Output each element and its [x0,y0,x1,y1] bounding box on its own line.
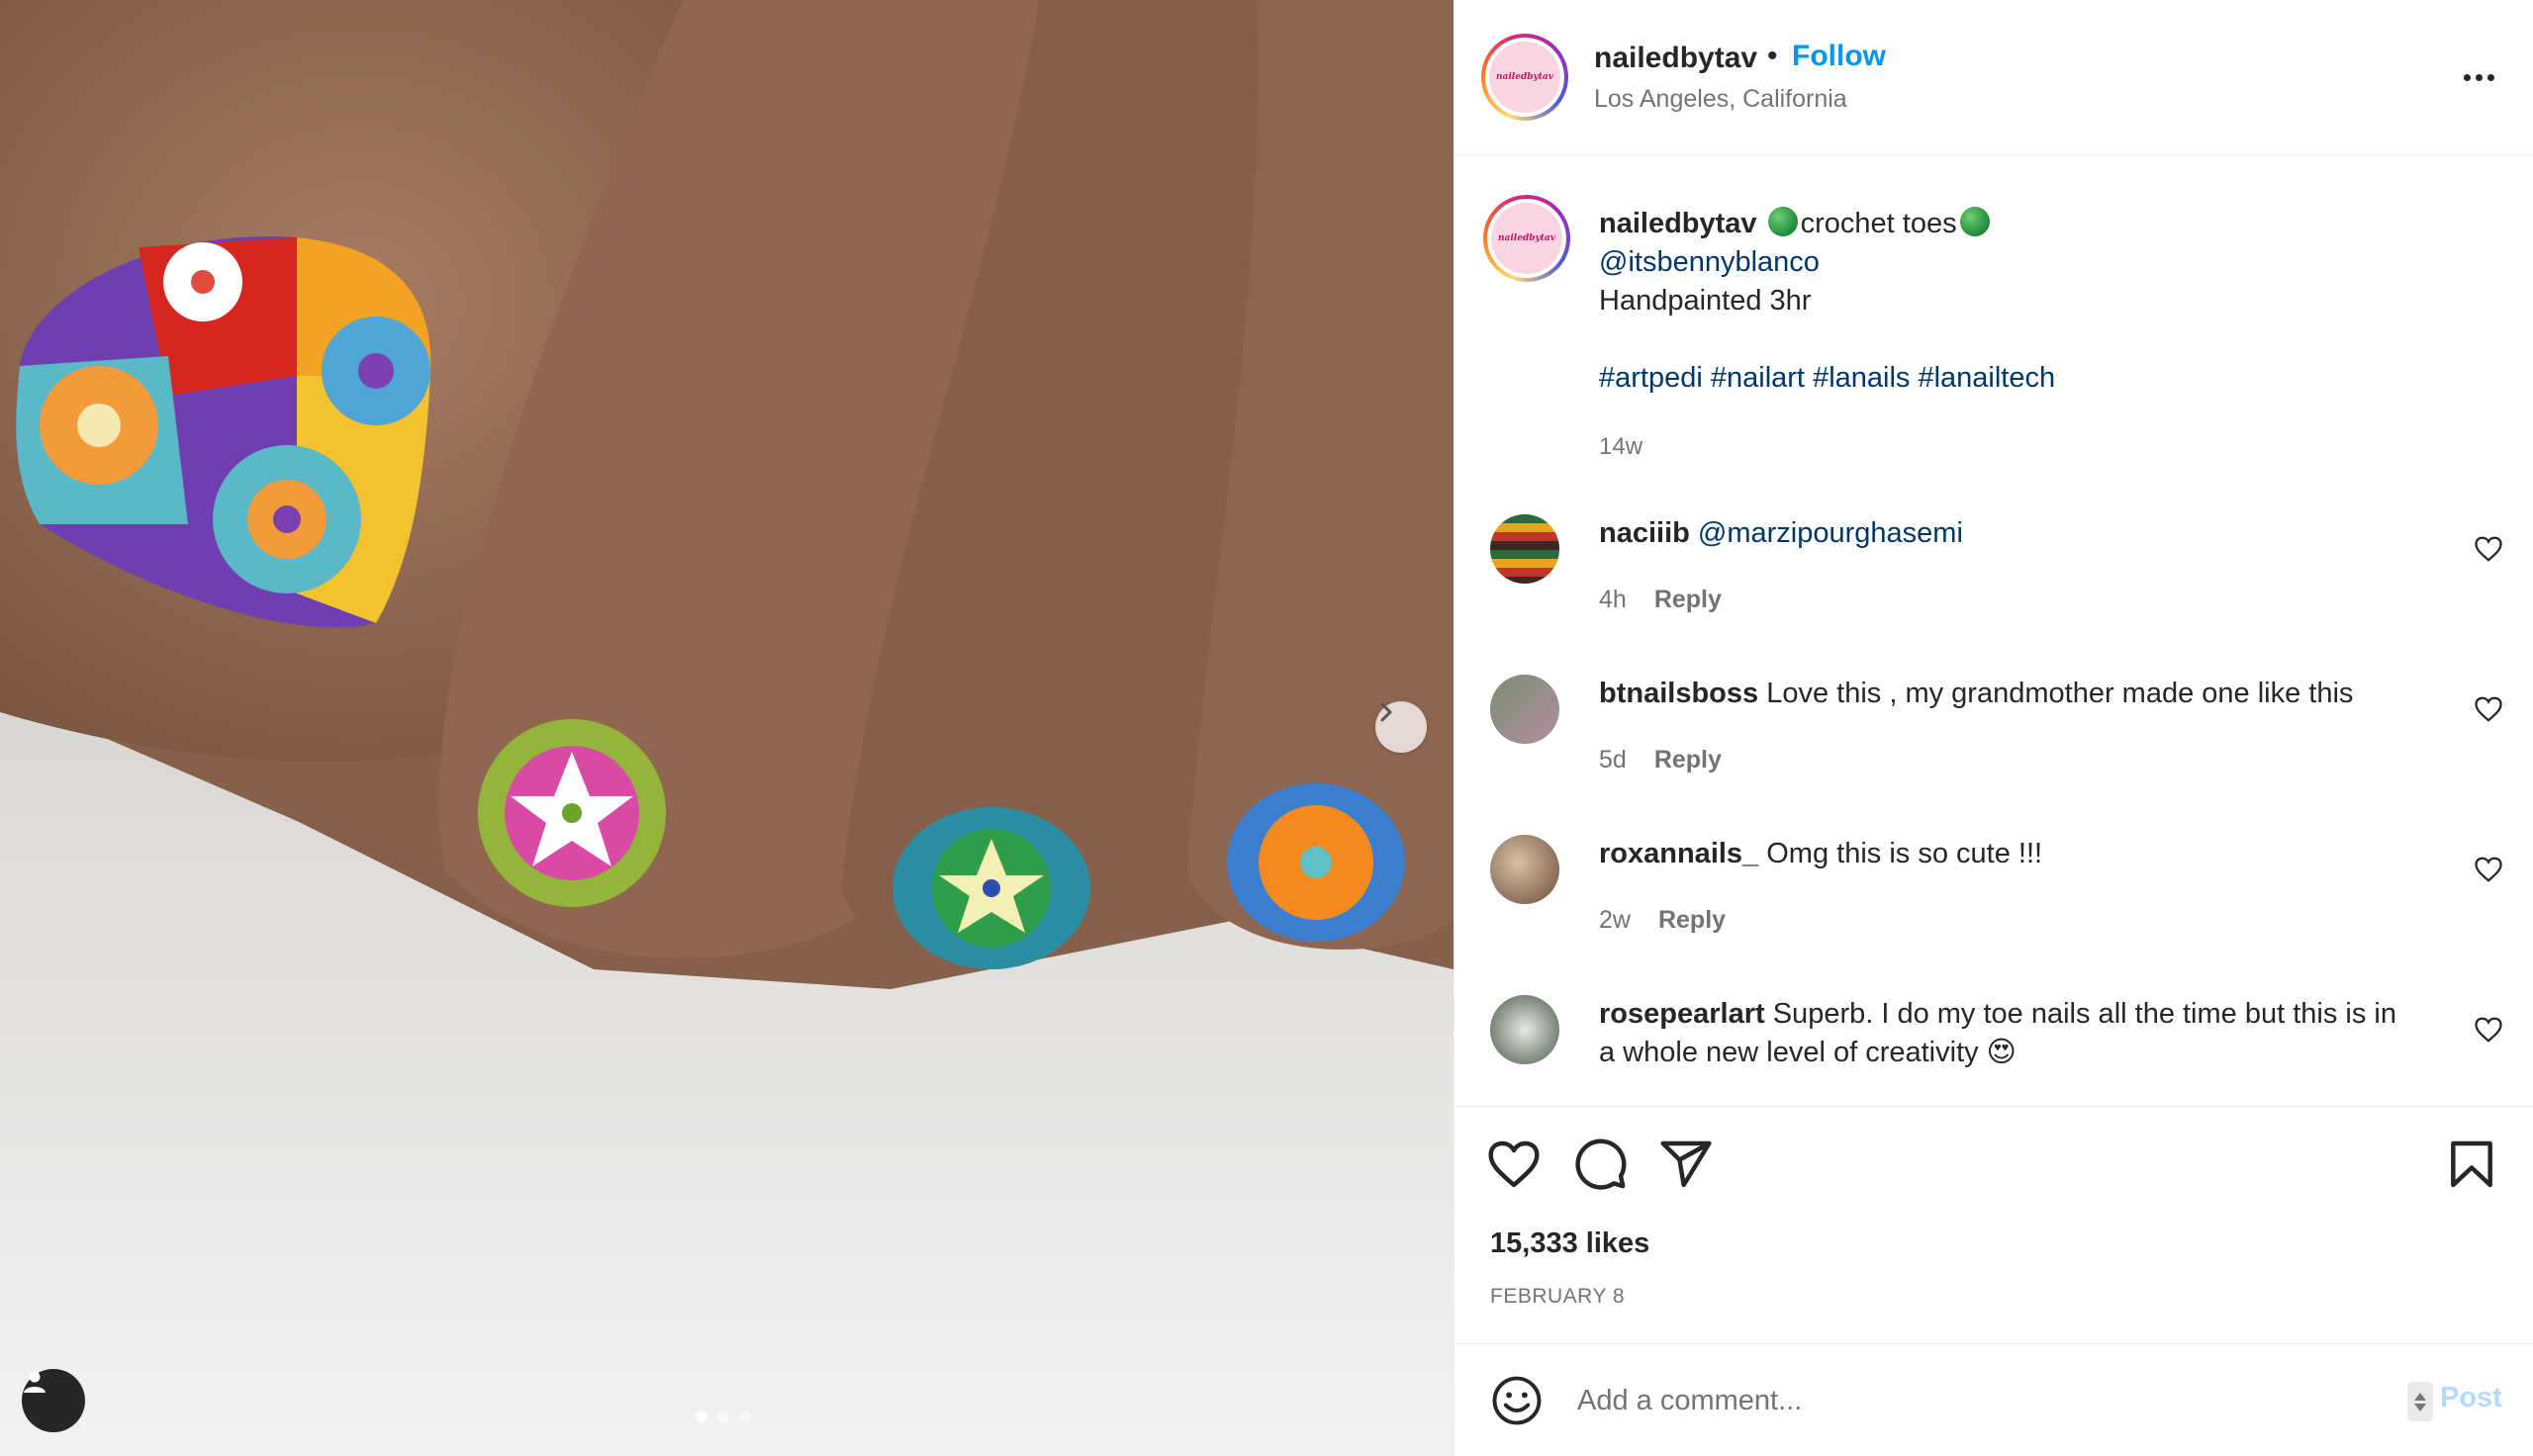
caption-title: crochet toes [1800,208,1957,239]
caption-timestamp: 14w [1599,433,1643,460]
avatar-logo-text: nailedbytav [1489,42,1560,113]
carousel-next-button[interactable] [1375,701,1427,753]
comment-mention[interactable]: @marzipourghasemi [1698,517,1963,549]
likes-count[interactable]: 15,333 likes [1490,1228,1649,1260]
comment-body: Omg this is so cute !!! [1766,838,2043,869]
heart-icon[interactable] [1486,1137,1542,1192]
hashtag-link[interactable]: #lanailtech [1918,362,2055,394]
post-actions: 15,333 likes FEBRUARY 8 [1454,1106,2533,1343]
yarn-emoji-icon [1959,207,1990,236]
comment-time: 2w [1599,906,1631,934]
commenter-avatar[interactable] [1490,514,1559,584]
hashtag-link[interactable]: #artpedi [1599,362,1703,394]
commenter-avatar[interactable] [1490,995,1559,1064]
post-side-panel: nailedbytav nailedbytav • Follow Los Ang… [1454,0,2533,1456]
commenter-avatar[interactable] [1490,835,1559,904]
author-username[interactable]: nailedbytav [1594,42,1757,75]
separator-dot: • [1767,40,1778,72]
next-arrow-icon [1380,702,1392,722]
caption-mention[interactable]: @itsbennyblanco [1599,246,1820,278]
heart-icon[interactable] [2474,1015,2503,1045]
input-resize-handle[interactable] [2407,1382,2433,1421]
carousel-dot [739,1410,751,1422]
caption-line: Handpainted 3hr [1599,285,1812,317]
comment-meta: 5d Reply [1599,746,1722,774]
comment-input[interactable] [1577,1374,2349,1427]
yarn-emoji-icon [1767,207,1798,236]
chevron-up-icon [2414,1392,2426,1401]
comment-username[interactable]: naciiib [1599,517,1690,549]
comments-section: nailedbytav nailedbytav crochet toes @it… [1454,155,2533,1105]
caption-text: nailedbytav crochet toes @itsbennyblanco… [1599,205,2489,398]
reply-button[interactable]: Reply [1654,586,1722,614]
reply-button[interactable]: Reply [1654,746,1722,774]
comment-composer: Post [1454,1343,2533,1456]
comment-meta: 4h Reply [1599,586,1722,614]
carousel-dot [717,1410,729,1422]
comment-item: roxannails_ Omg this is so cute !!! 2w R… [1454,835,2533,983]
follow-button[interactable]: Follow [1792,40,1886,73]
commenter-avatar[interactable] [1490,675,1559,744]
user-tag-icon [24,1371,46,1393]
author-avatar[interactable]: nailedbytav [1481,34,1568,121]
bookmark-icon[interactable] [2444,1137,2499,1192]
comment-username[interactable]: rosepearlart [1599,998,1765,1030]
chevron-down-icon [2414,1403,2426,1411]
more-options-icon[interactable] [2454,57,2503,97]
post-location[interactable]: Los Angeles, California [1594,85,1847,114]
heart-icon[interactable] [2474,855,2503,884]
comment-text: naciiib @marzipourghasemi [1599,514,2410,553]
carousel-indicator [696,1410,751,1422]
hashtag-link[interactable]: #lanails [1813,362,1910,394]
heart-icon[interactable] [2474,534,2503,564]
comment-body: Love this , my grandmother made one like… [1766,678,2354,709]
comment-text: roxannails_ Omg this is so cute !!! [1599,835,2410,873]
third-toe-nail [892,807,1090,969]
comment-time: 4h [1599,586,1627,613]
hashtag-link[interactable]: #nailart [1711,362,1805,394]
reply-button[interactable]: Reply [1658,906,1726,935]
comment-text: btnailsboss Love this , my grandmother m… [1599,675,2410,713]
share-icon[interactable] [1658,1137,1714,1192]
comment-username[interactable]: btnailsboss [1599,678,1758,709]
emoji-icon[interactable] [1490,1374,1544,1427]
comment-item: naciiib @marzipourghasemi 4h Reply [1454,514,2533,663]
carousel-dot [696,1410,707,1422]
post-media [0,0,1454,1456]
post-header: nailedbytav nailedbytav • Follow Los Ang… [1454,0,2533,155]
toe-nail-photo [0,0,1454,1456]
second-toe-nail [478,719,666,907]
comment-time: 5d [1599,746,1627,774]
comment-text: rosepearlart Superb. I do my toe nails a… [1599,995,2410,1072]
post-date: FEBRUARY 8 [1490,1285,1626,1308]
comment-item: rosepearlart Superb. I do my toe nails a… [1454,995,2533,1105]
caption-hashtags: #artpedi #nailart #lanails #lanailtech [1599,359,2489,398]
avatar-logo-text: nailedbytav [1491,203,1562,274]
caption-author-avatar[interactable]: nailedbytav [1483,195,1570,282]
comment-icon[interactable] [1573,1137,1629,1192]
tagged-users-button[interactable] [22,1369,85,1432]
fourth-toe-nail [1227,783,1405,942]
comment-username[interactable]: roxannails_ [1599,838,1758,869]
comment-meta: 2w Reply [1599,906,1726,935]
heart-icon[interactable] [2474,694,2503,724]
post-button[interactable]: Post [2440,1382,2502,1414]
comment-item: btnailsboss Love this , my grandmother m… [1454,675,2533,823]
caption-username[interactable]: nailedbytav [1599,208,1757,239]
